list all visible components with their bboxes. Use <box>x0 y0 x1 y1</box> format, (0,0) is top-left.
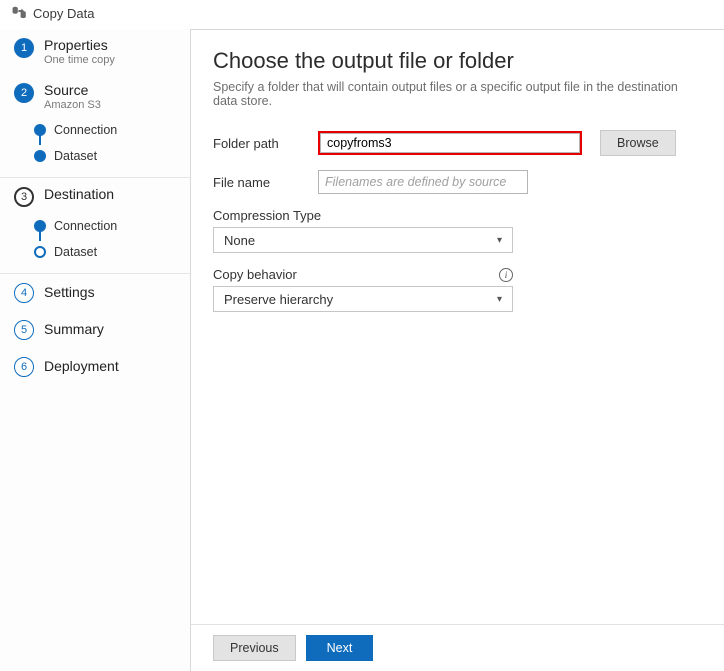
step-number-icon: 6 <box>14 357 34 377</box>
substep-source-connection[interactable]: Connection <box>34 117 178 143</box>
compression-type-value: None <box>224 233 255 248</box>
chevron-down-icon: ▾ <box>497 294 502 305</box>
page-title: Choose the output file or folder <box>213 48 702 74</box>
step-title: Settings <box>44 284 95 300</box>
step-title: Summary <box>44 321 104 337</box>
step-settings[interactable]: 4 Settings <box>0 274 190 311</box>
titlebar-label: Copy Data <box>33 6 94 21</box>
folder-path-input[interactable] <box>320 133 580 153</box>
step-properties[interactable]: 1 Properties One time copy <box>0 29 190 74</box>
chevron-down-icon: ▾ <box>497 235 502 246</box>
page-description: Specify a folder that will contain outpu… <box>213 80 702 108</box>
folder-path-highlight <box>318 131 582 155</box>
compression-type-select[interactable]: None ▾ <box>213 227 513 253</box>
step-summary[interactable]: 5 Summary <box>0 311 190 348</box>
substep-dot-icon <box>34 246 46 258</box>
titlebar: Copy Data <box>0 0 724 29</box>
wizard-sidebar: 1 Properties One time copy 2 Source Amaz… <box>0 29 190 671</box>
step-number-icon: 5 <box>14 320 34 340</box>
substep-destination-connection[interactable]: Connection <box>34 213 178 239</box>
step-title: Deployment <box>44 358 119 374</box>
substep-source-dataset[interactable]: Dataset <box>34 143 178 169</box>
step-number-icon: 4 <box>14 283 34 303</box>
substep-destination-dataset[interactable]: Dataset <box>34 239 178 265</box>
substep-label: Connection <box>54 219 117 233</box>
next-button[interactable]: Next <box>306 635 374 661</box>
info-icon[interactable]: i <box>499 268 513 282</box>
step-source[interactable]: 2 Source Amazon S3 Connection Dataset <box>0 74 190 177</box>
step-number-icon: 1 <box>14 38 34 58</box>
connector-line <box>39 225 41 241</box>
step-title: Source <box>44 82 101 98</box>
substep-label: Connection <box>54 123 117 137</box>
copy-data-icon <box>12 6 27 21</box>
filename-label: File name <box>213 175 318 190</box>
substep-label: Dataset <box>54 149 97 163</box>
copy-behavior-value: Preserve hierarchy <box>224 292 333 307</box>
wizard-footer: Previous Next <box>191 624 724 671</box>
copy-behavior-select[interactable]: Preserve hierarchy ▾ <box>213 286 513 312</box>
compression-type-label: Compression Type <box>213 208 321 223</box>
step-deployment[interactable]: 6 Deployment <box>0 348 190 385</box>
step-subtitle: Amazon S3 <box>44 99 101 111</box>
copy-behavior-label: Copy behavior <box>213 267 297 282</box>
step-number-icon: 3 <box>14 187 34 207</box>
filename-input[interactable] <box>318 170 528 194</box>
step-title: Destination <box>44 186 114 202</box>
substep-label: Dataset <box>54 245 97 259</box>
previous-button[interactable]: Previous <box>213 635 296 661</box>
browse-button[interactable]: Browse <box>600 130 676 156</box>
substep-dot-icon <box>34 150 46 162</box>
step-subtitle: One time copy <box>44 54 115 66</box>
folder-path-label: Folder path <box>213 136 318 151</box>
step-destination[interactable]: 3 Destination Connection Dataset <box>0 177 190 274</box>
step-title: Properties <box>44 37 115 53</box>
step-number-icon: 2 <box>14 83 34 103</box>
connector-line <box>39 129 41 145</box>
